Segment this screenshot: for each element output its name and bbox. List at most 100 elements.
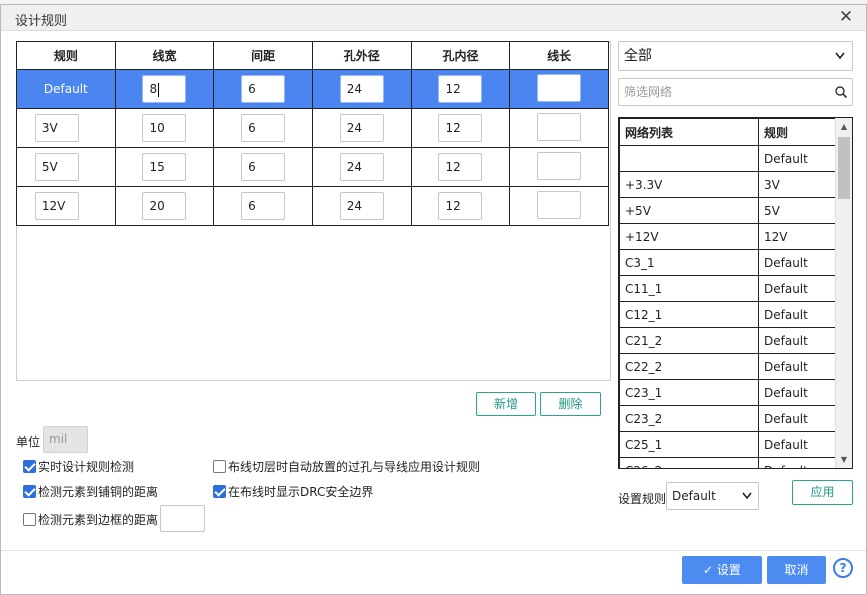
net-list-table: 网络列表 规则 Default +3.3V 3V +5V 5V +12V 12V C3_1 De…	[619, 118, 836, 468]
via-outer-input[interactable]: 24	[339, 75, 384, 103]
net-row[interactable]: +12V 12V	[619, 223, 836, 250]
rule-name-cell: 5V	[16, 147, 116, 187]
spacing-input[interactable]: 6	[241, 75, 286, 103]
checkbox-unchecked-icon[interactable]	[213, 460, 226, 473]
length-input[interactable]	[537, 73, 582, 102]
via-outer-input[interactable]: 24	[339, 153, 384, 181]
confirm-button[interactable]: ✓ 设置	[682, 556, 762, 584]
width-cell: 8	[114, 69, 215, 109]
length-input[interactable]	[537, 190, 582, 219]
spacing-cell: 6	[213, 69, 313, 109]
add-rule-button[interactable]: 新增	[476, 392, 536, 416]
delete-rule-button[interactable]: 删除	[540, 392, 601, 416]
design-rules-dialog: 设计规则 ✕ 规则 线宽 间距 孔外径 孔内径 线长 Default 8 6 2…	[0, 4, 867, 595]
col-width: 线宽	[114, 41, 215, 70]
rule-name-input[interactable]: 5V	[34, 153, 79, 181]
width-input[interactable]: 15	[142, 153, 187, 181]
net-name-cell: C3_1	[619, 249, 759, 276]
option-copper-distance[interactable]: 检测元素到铺铜的距离	[23, 485, 158, 501]
net-name-cell: C11_1	[619, 275, 759, 302]
rule-name-cell[interactable]: Default	[16, 69, 116, 109]
width-cell: 20	[114, 186, 215, 226]
net-row[interactable]: C23_2 Default	[619, 405, 836, 432]
via-inner-input[interactable]: 12	[438, 153, 483, 181]
rule-name-input[interactable]: 12V	[34, 192, 79, 220]
via-inner-input[interactable]: 12	[438, 192, 483, 220]
net-row[interactable]: C11_1 Default	[619, 275, 836, 302]
via-inner-input[interactable]: 12	[438, 75, 483, 103]
option-auto-via-rule[interactable]: 布线切层时自动放置的过孔与导线应用设计规则	[213, 460, 480, 476]
net-name-cell: C23_1	[619, 379, 759, 406]
width-input[interactable]: 8	[142, 75, 187, 103]
rule-row-5v[interactable]: 5V 15 6 24 12	[16, 147, 609, 187]
spacing-input[interactable]: 6	[241, 114, 286, 142]
apply-button[interactable]: 应用	[792, 480, 853, 505]
net-rule-cell: Default	[758, 431, 836, 458]
net-rule-cell: Default	[758, 145, 836, 172]
border-distance-input[interactable]	[160, 505, 205, 532]
net-row[interactable]: C22_2 Default	[619, 353, 836, 380]
rule-row-12v[interactable]: 12V 20 6 24 12	[16, 186, 609, 226]
net-row[interactable]: C25_1 Default	[619, 431, 836, 458]
width-input[interactable]: 10	[142, 114, 187, 142]
spacing-input[interactable]: 6	[241, 153, 286, 181]
via-outer-cell: 24	[311, 186, 412, 226]
option-realtime-drc[interactable]: 实时设计规则检测	[23, 460, 134, 476]
search-icon[interactable]	[834, 79, 848, 114]
width-input[interactable]: 20	[142, 192, 187, 220]
net-rule-cell: Default	[758, 379, 836, 406]
length-cell	[509, 108, 609, 148]
net-search-input[interactable]: 筛选网络	[618, 78, 853, 106]
option-show-drc-boundary[interactable]: 在布线时显示DRC安全边界	[213, 485, 373, 501]
set-rule-value: Default	[672, 489, 716, 503]
via-inner-cell: 12	[410, 69, 511, 109]
checkbox-checked-icon[interactable]	[213, 485, 226, 498]
length-cell	[509, 186, 609, 226]
via-outer-input[interactable]: 24	[339, 114, 384, 142]
net-list-scrollbar[interactable]: ▲ ▼	[835, 118, 852, 468]
title-bar: 设计规则 ✕	[1, 5, 866, 31]
spacing-cell: 6	[213, 108, 313, 148]
option-border-distance[interactable]: 检测元素到边框的距离	[23, 513, 158, 529]
checkbox-unchecked-icon[interactable]	[23, 513, 36, 526]
via-inner-input[interactable]: 12	[438, 114, 483, 142]
length-input[interactable]	[537, 151, 582, 180]
via-inner-cell: 12	[410, 108, 511, 148]
net-row[interactable]: C26_2Default	[619, 457, 836, 468]
close-icon[interactable]: ✕	[836, 7, 856, 27]
net-row[interactable]: Default	[619, 145, 836, 172]
width-cell: 10	[114, 108, 215, 148]
net-row[interactable]: C21_2 Default	[619, 327, 836, 354]
chevron-down-icon	[834, 42, 846, 80]
rule-row-default[interactable]: Default 8 6 24 12	[16, 69, 609, 109]
net-row[interactable]: +5V 5V	[619, 197, 836, 224]
checkbox-checked-icon[interactable]	[23, 485, 36, 498]
scroll-up-icon[interactable]: ▲	[836, 118, 852, 135]
help-icon[interactable]: ?	[833, 558, 853, 578]
net-list-header: 网络列表 规则	[619, 118, 836, 146]
net-row[interactable]: +3.3V 3V	[619, 171, 836, 198]
rule-row-3v[interactable]: 3V 10 6 24 12	[16, 108, 609, 148]
length-input[interactable]	[537, 112, 582, 141]
net-rule-cell: Default	[758, 327, 836, 354]
via-outer-input[interactable]: 24	[339, 192, 384, 220]
scroll-down-icon[interactable]: ▼	[836, 451, 852, 468]
net-row[interactable]: C3_1 Default	[619, 249, 836, 276]
option-label: 实时设计规则检测	[38, 460, 135, 474]
rule-name-cell: 12V	[16, 186, 116, 226]
net-list-panel: 网络列表 规则 Default +3.3V 3V +5V 5V +12V 12V C3_1 De…	[618, 117, 853, 469]
spacing-input[interactable]: 6	[241, 192, 286, 220]
net-rule-cell: Default	[758, 457, 836, 468]
net-name-cell	[619, 145, 759, 172]
scroll-thumb[interactable]	[838, 137, 850, 199]
option-label: 在布线时显示DRC安全边界	[228, 485, 374, 499]
rule-name-input[interactable]: 3V	[34, 114, 79, 142]
cancel-button[interactable]: 取消	[767, 556, 826, 584]
net-row[interactable]: C12_1 Default	[619, 301, 836, 328]
net-filter-select[interactable]: 全部	[618, 41, 853, 71]
net-row[interactable]: C23_1 Default	[619, 379, 836, 406]
via-outer-cell: 24	[311, 147, 412, 187]
net-rule-cell: Default	[758, 405, 836, 432]
set-rule-select[interactable]: Default	[666, 482, 759, 510]
checkbox-checked-icon[interactable]	[23, 460, 36, 473]
